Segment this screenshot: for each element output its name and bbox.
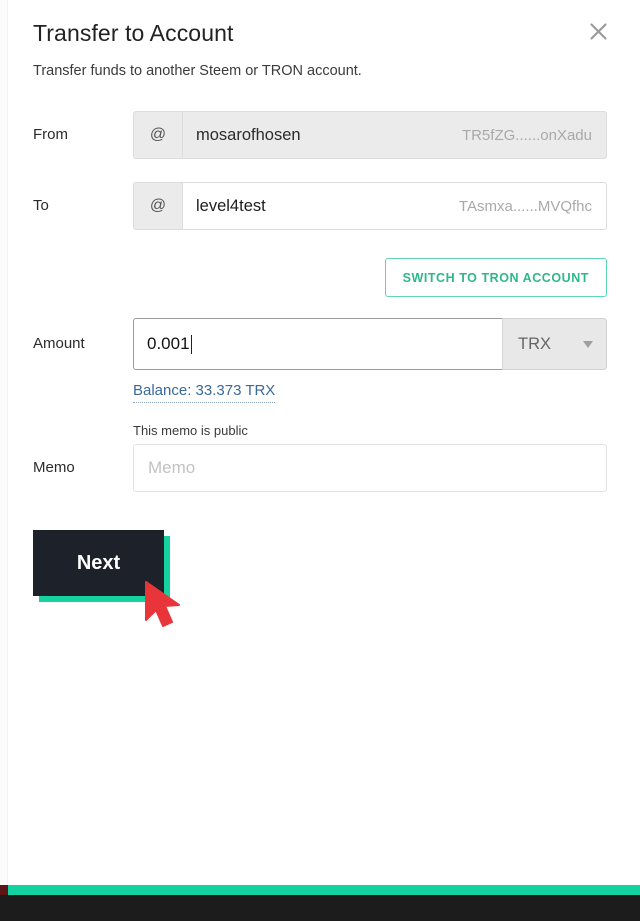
from-input[interactable]: mosarofhosen TR5fZG......onXadu — [182, 111, 607, 159]
from-address: TR5fZG......onXadu — [461, 126, 592, 144]
to-input[interactable]: level4test TAsmxa......MVQfhc — [182, 182, 607, 230]
memo-public-hint: This memo is public — [133, 423, 248, 438]
from-row: From @ mosarofhosen TR5fZG......onXadu — [33, 111, 607, 159]
footer-bar — [0, 895, 640, 921]
amount-value: 0.001 — [147, 334, 190, 353]
amount-label: Amount — [33, 335, 85, 352]
close-icon — [588, 21, 609, 42]
amount-field: 0.001 TRX — [133, 318, 607, 370]
from-account-value: mosarofhosen — [196, 125, 301, 144]
dialog-subtitle: Transfer funds to another Steem or TRON … — [33, 63, 362, 79]
currency-value: TRX — [518, 334, 551, 353]
amount-input[interactable]: 0.001 — [133, 318, 502, 370]
to-row: To @ level4test TAsmxa......MVQfhc — [33, 182, 607, 230]
transfer-dialog: Transfer to Account Transfer funds to an… — [0, 0, 640, 921]
to-address: TAsmxa......MVQfhc — [458, 197, 592, 215]
to-account-value: level4test — [196, 196, 266, 215]
bottom-accent-bar — [8, 885, 640, 895]
switch-to-tron-account-button[interactable]: SWITCH TO TRON ACCOUNT — [384, 258, 607, 297]
balance-link[interactable]: Balance: 33.373 TRX — [133, 381, 276, 403]
memo-row: Memo Memo — [33, 444, 607, 492]
left-edge-rail — [0, 0, 8, 921]
to-field: @ level4test TAsmxa......MVQfhc — [133, 182, 607, 230]
currency-dropdown[interactable]: TRX — [502, 318, 607, 370]
at-symbol-icon: @ — [133, 182, 182, 230]
next-button-area: Next — [33, 530, 173, 606]
chevron-down-icon — [583, 340, 593, 348]
close-button[interactable] — [581, 14, 615, 48]
next-button[interactable]: Next — [33, 530, 164, 596]
footer-left-sliver — [0, 885, 8, 895]
amount-row: Amount 0.001 TRX — [33, 318, 607, 370]
at-symbol-icon: @ — [133, 111, 182, 159]
dialog-header: Transfer to Account Transfer funds to an… — [33, 16, 607, 82]
memo-input[interactable]: Memo — [133, 444, 607, 492]
memo-label: Memo — [33, 459, 75, 476]
switch-account-row: SWITCH TO TRON ACCOUNT — [33, 258, 607, 297]
text-caret — [190, 334, 192, 354]
page-title: Transfer to Account — [33, 20, 234, 46]
memo-field: Memo — [133, 444, 607, 492]
from-label: From — [33, 126, 68, 143]
from-field: @ mosarofhosen TR5fZG......onXadu — [133, 111, 607, 159]
memo-placeholder: Memo — [148, 458, 196, 477]
to-label: To — [33, 197, 49, 214]
